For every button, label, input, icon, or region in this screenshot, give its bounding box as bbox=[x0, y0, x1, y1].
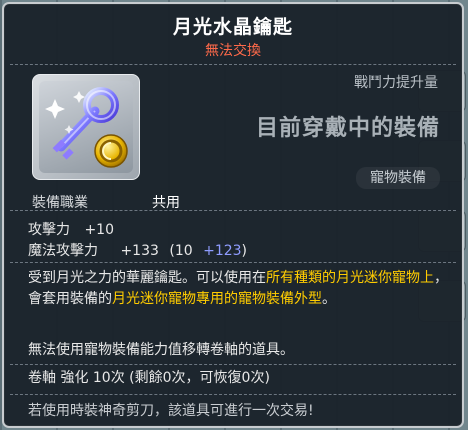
item-restriction: 無法使用寵物裝備能力值移轉卷軸的道具。 bbox=[28, 342, 294, 358]
stat-magic-attack: 魔法攻擊力 +133 (10 +123) bbox=[28, 240, 247, 260]
item-tooltip: 月光水晶鑰匙 無法交換 戰鬥力提升量 目前穿戴中的裝備 寵物裝備 裝備職業 共用… bbox=[2, 2, 464, 428]
desc-highlight: 所有種類的月光迷你寵物上 bbox=[266, 270, 434, 286]
divider bbox=[10, 364, 456, 365]
stat-close: ) bbox=[241, 243, 248, 259]
stat-label: 攻擊力 bbox=[28, 222, 70, 238]
equipped-notice: 目前穿戴中的裝備 bbox=[255, 116, 440, 141]
desc-text: 受到月光之力的華麗鑰匙。可以使用在 bbox=[28, 270, 266, 286]
stat-label: 魔法攻擊力 bbox=[28, 243, 98, 259]
stat-value: +133 bbox=[120, 243, 159, 259]
footer-note: 若使用時裝神奇剪刀，該道具可進行一次交易! bbox=[28, 403, 314, 419]
scroll-info: 卷軸 強化 10次 (剩餘0次，可恢復0次) bbox=[28, 370, 270, 386]
crystal-key-icon bbox=[39, 81, 133, 173]
divider bbox=[10, 262, 456, 263]
combat-power-label: 戰鬥力提升量 bbox=[354, 75, 438, 91]
stat-base: (10 bbox=[169, 243, 193, 259]
job-label: 裝備職業 bbox=[32, 195, 88, 211]
item-name: 月光水晶鑰匙 bbox=[172, 16, 293, 38]
divider bbox=[10, 210, 456, 211]
trade-status: 無法交換 bbox=[205, 43, 261, 59]
item-description: 受到月光之力的華麗鑰匙。可以使用在所有種類的月光迷你寵物上，會套用裝備的月光迷你… bbox=[28, 268, 448, 310]
desc-text: 。 bbox=[322, 291, 336, 307]
job-value: 共用 bbox=[152, 195, 180, 211]
item-icon-frame bbox=[32, 74, 140, 180]
stat-value: +10 bbox=[84, 222, 114, 238]
divider bbox=[10, 64, 456, 65]
desc-highlight: 月光迷你寵物專用的寵物裝備外型 bbox=[112, 291, 322, 307]
category-badge: 寵物裝備 bbox=[356, 167, 440, 189]
stat-attack: 攻擊力 +10 bbox=[28, 219, 114, 239]
stat-bonus: +123 bbox=[203, 243, 242, 259]
divider bbox=[10, 394, 456, 395]
